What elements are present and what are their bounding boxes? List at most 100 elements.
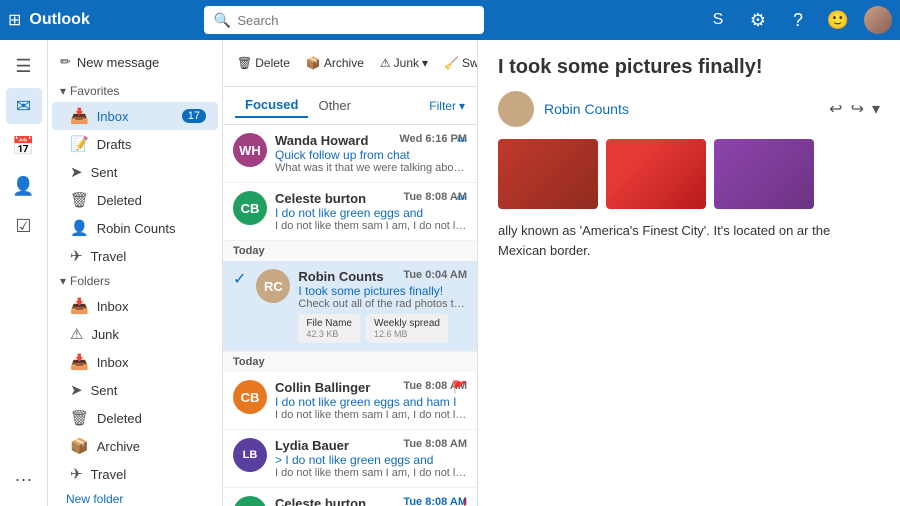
app-name: Outlook (29, 11, 89, 29)
new-message-button[interactable]: ✏ New message (48, 48, 222, 76)
messages-scroll[interactable]: WH Wanda Howard Wed 6:16 PM Quick follow… (223, 125, 477, 506)
message-subject: I do not like green eggs and ham I (275, 395, 467, 409)
hamburger-icon[interactable]: ☰ (6, 48, 42, 84)
attachment-size: 42.3 KB (306, 329, 352, 339)
sweep-label: Sweep (462, 56, 478, 70)
skype-icon[interactable]: S (704, 6, 732, 34)
inbox2-icon: 📥 (70, 353, 89, 371)
attachment-name-2: Weekly spread (374, 318, 440, 329)
sidebar-item-sent-folder[interactable]: ➤ Sent (52, 376, 218, 404)
message-item-lydia[interactable]: LB Lydia Bauer Tue 8:08 AM > I do not li… (223, 430, 477, 488)
attachment-1[interactable]: File Name 42.3 KB (298, 314, 360, 343)
flag-icon: 🚩 (452, 380, 467, 394)
search-icon: 🔍 (214, 12, 231, 29)
archive-button[interactable]: 📦 Archive (300, 53, 370, 73)
message-body: Wanda Howard Wed 6:16 PM Quick follow up… (275, 133, 467, 174)
archive-icon-tb: 📦 (306, 56, 321, 70)
sender-name: Celeste burton Tue 8:08 AM (275, 191, 467, 206)
junk-button[interactable]: ⚠ Junk ▾ (374, 53, 434, 73)
sidebar-item-inbox-2[interactable]: 📥 Inbox (52, 348, 218, 376)
email-body: ally known as 'America's Finest City'. I… (498, 221, 880, 260)
deleted2-icon: 🗑 (70, 409, 89, 427)
sender-avatar: CB (233, 191, 267, 225)
person-icon: 👤 (70, 219, 89, 237)
favorites-section[interactable]: ▾ Favorites (48, 80, 222, 102)
more-apps-icon[interactable]: ⋯ (6, 462, 42, 498)
tab-other[interactable]: Other (308, 94, 361, 117)
sidebar-item-deleted[interactable]: 🗑 Deleted (52, 186, 218, 214)
calendar-icon[interactable]: 📅 (6, 128, 42, 164)
reply-icon[interactable]: ↩ (829, 99, 842, 119)
sidebar-item-travel-folder[interactable]: ✈ Travel (52, 460, 218, 488)
inbox-folder-icon: 📥 (70, 297, 89, 315)
sender-avatar: CB (233, 380, 267, 414)
inbox2-label: Inbox (97, 355, 129, 370)
drafts-label: Drafts (97, 137, 132, 152)
sidebar-item-deleted-folder[interactable]: 🗑 Deleted (52, 404, 218, 432)
message-subject: I do not like green eggs and (275, 206, 467, 220)
message-list: 🗑 Delete 📦 Archive ⚠ Junk ▾ 🧹 Sweep → Mo… (223, 40, 478, 506)
help-icon[interactable]: ? (784, 6, 812, 34)
new-message-label: New message (77, 55, 159, 70)
tab-focused[interactable]: Focused (235, 93, 308, 118)
user-avatar[interactable] (864, 6, 892, 34)
sidebar-item-archive[interactable]: 📦 Archive (52, 432, 218, 460)
message-item[interactable]: WH Wanda Howard Wed 6:16 PM Quick follow… (223, 125, 477, 183)
message-item-collin[interactable]: CB Collin Ballinger Tue 8:08 AM I do not… (223, 372, 477, 430)
travel2-icon: ✈ (70, 465, 83, 483)
inbox-folder-label: Inbox (97, 299, 129, 314)
folders-section[interactable]: ▾ Folders (48, 270, 222, 292)
settings-icon[interactable]: ⚙ (744, 6, 772, 34)
new-folder-link[interactable]: New folder (48, 488, 222, 506)
filter-button[interactable]: Filter ▾ (429, 99, 465, 113)
people-icon[interactable]: 👤 (6, 168, 42, 204)
photo-2 (606, 139, 706, 209)
sidebar-item-inbox-folder[interactable]: 📥 Inbox (52, 292, 218, 320)
deleted2-label: Deleted (97, 411, 142, 426)
emoji-icon[interactable]: 🙂 (824, 6, 852, 34)
chevron-down-icon-2: ▾ (60, 274, 66, 288)
sidebar-item-sent[interactable]: ➤ Sent (52, 158, 218, 186)
sender-avatar: WH (233, 133, 267, 167)
expand-icon[interactable]: ▾ (872, 99, 880, 119)
left-rail: ☰ ✉ 📅 👤 ☑ ⋯ (0, 40, 48, 506)
junk-icon: ⚠ (70, 325, 83, 343)
message-item-celeste-last[interactable]: CB Celeste burton Tue 8:08 AM I do not l… (223, 488, 477, 506)
search-input[interactable] (237, 13, 474, 28)
message-item-robin[interactable]: ✓ RC Robin Counts Tue 0:04 AM I took som… (223, 261, 477, 352)
forward-icon[interactable]: ↪ (851, 99, 864, 119)
favorites-label: Favorites (70, 84, 119, 98)
message-body: Celeste burton Tue 8:08 AM I do not like… (275, 496, 467, 506)
email-sender-name[interactable]: Robin Counts (544, 101, 629, 117)
edit-icon-2: ✏ (457, 191, 467, 205)
search-box[interactable]: 🔍 (204, 6, 484, 34)
sidebar-item-junk[interactable]: ⚠ Junk (52, 320, 218, 348)
sidebar-item-travel-favorites[interactable]: ✈ Travel (52, 242, 218, 270)
sweep-button[interactable]: 🧹 Sweep (438, 53, 478, 73)
tasks-icon[interactable]: ☑ (6, 208, 42, 244)
attachment-2[interactable]: Weekly spread 12.6 MB (366, 314, 448, 343)
sender-avatar: CB (233, 496, 267, 506)
waffle-icon[interactable]: ⊞ (8, 10, 21, 30)
junk-icon-tb: ⚠ (380, 56, 391, 70)
archive-label: Archive (324, 56, 364, 70)
attachment-size-2: 12.6 MB (374, 329, 440, 339)
delete-button[interactable]: 🗑 Delete (231, 53, 296, 73)
message-body: Celeste burton Tue 8:08 AM I do not like… (275, 191, 467, 232)
robin-counts-label: Robin Counts (97, 221, 176, 236)
today-section-label-2: Today (223, 352, 477, 372)
sidebar-item-drafts[interactable]: 📝 Drafts (52, 130, 218, 158)
mail-icon[interactable]: ✉ (6, 88, 42, 124)
delete-icon: 🗑 (237, 56, 252, 70)
message-attachments: File Name 42.3 KB Weekly spread 12.6 MB (298, 314, 467, 343)
sidebar-item-robin-counts[interactable]: 👤 Robin Counts (52, 214, 218, 242)
message-body: Robin Counts Tue 0:04 AM I took some pic… (298, 269, 467, 343)
drafts-icon: 📝 (70, 135, 89, 153)
email-subject: I took some pictures finally! (498, 56, 880, 79)
sidebar-item-inbox-favorites[interactable]: 📥 Inbox 17 (52, 102, 218, 130)
checkmark-icon: ✓ (233, 269, 246, 343)
junk-label: Junk (394, 56, 419, 70)
sender-avatar: LB (233, 438, 267, 472)
message-item[interactable]: CB Celeste burton Tue 8:08 AM I do not l… (223, 183, 477, 241)
photo-1 (498, 139, 598, 209)
